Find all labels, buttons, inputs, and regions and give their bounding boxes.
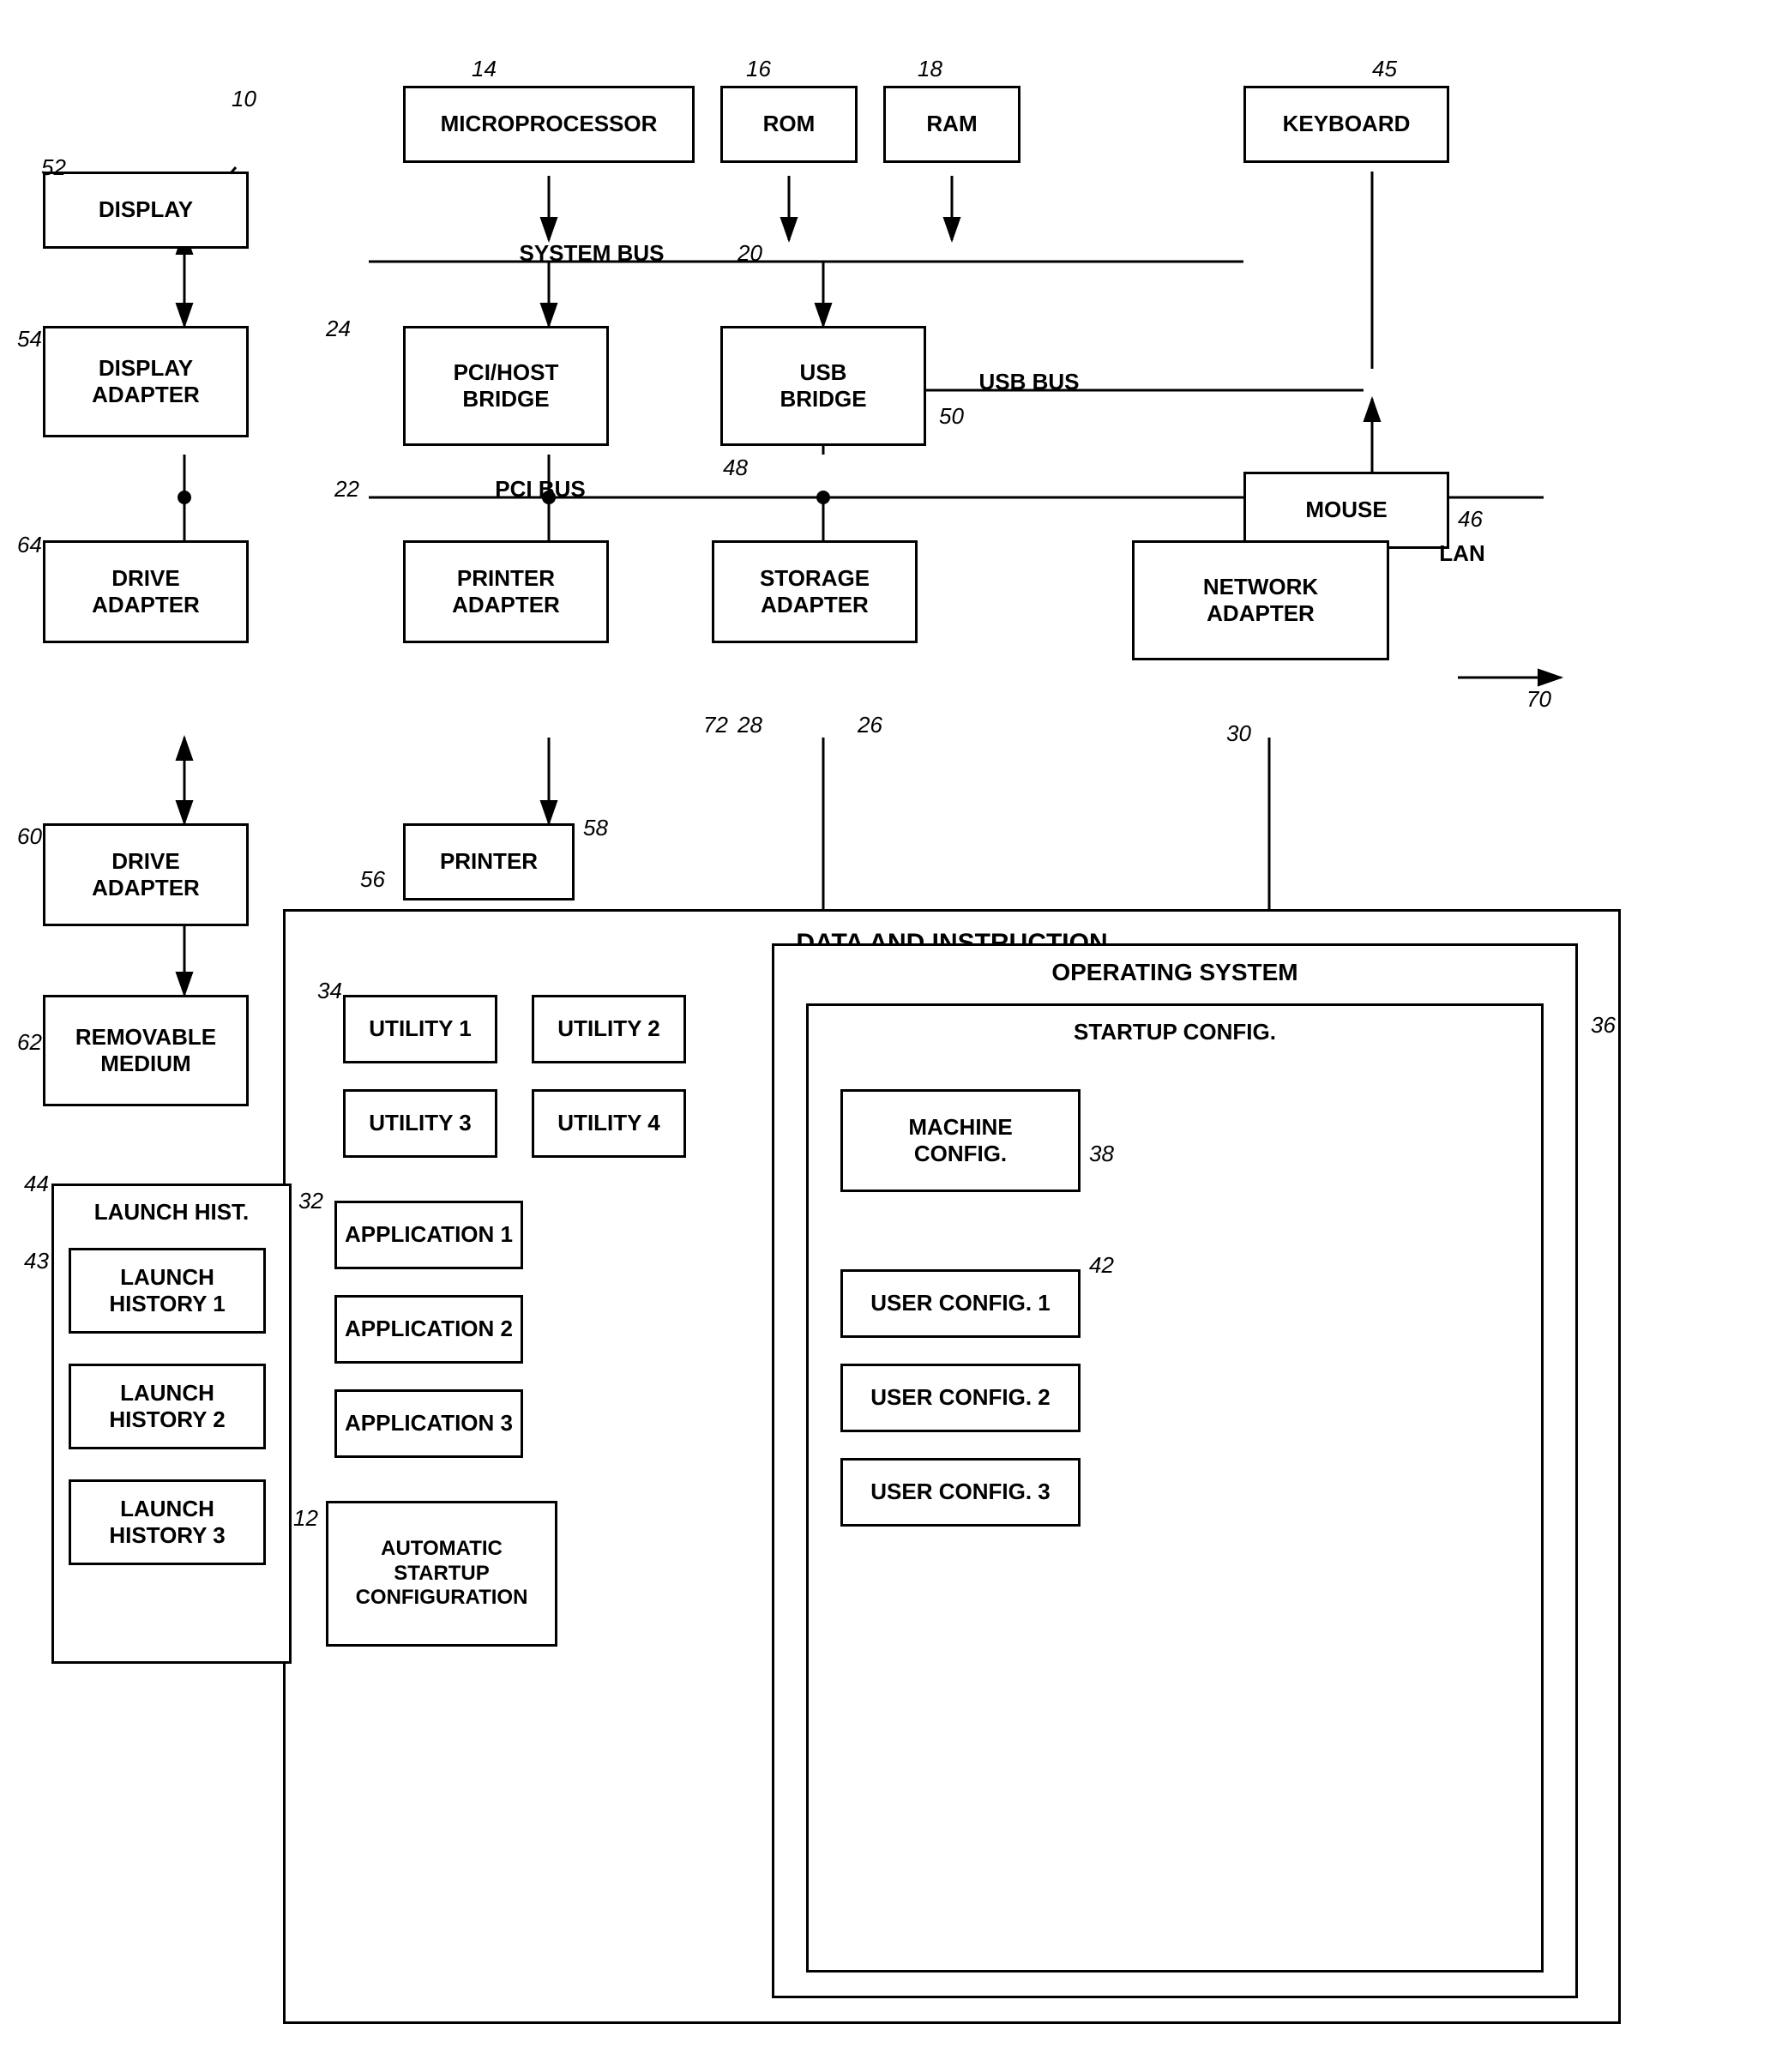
automatic-startup-box: AUTOMATICSTARTUPCONFIGURATION bbox=[326, 1501, 557, 1647]
ref-26: 26 bbox=[858, 712, 882, 738]
keyboard-box: KEYBOARD bbox=[1243, 86, 1449, 163]
printer-box: PRINTER bbox=[403, 823, 575, 900]
ref-34: 34 bbox=[317, 978, 342, 1004]
rom-box: ROM bbox=[720, 86, 858, 163]
ref-62: 62 bbox=[17, 1029, 42, 1056]
ref-60: 60 bbox=[17, 823, 42, 850]
machine-config-box: MACHINECONFIG. bbox=[840, 1089, 1081, 1192]
display-adapter-box: DISPLAYADAPTER bbox=[43, 326, 249, 437]
user-config2-box: USER CONFIG. 2 bbox=[840, 1364, 1081, 1432]
ref-64: 64 bbox=[17, 532, 42, 558]
ref-56: 56 bbox=[360, 866, 385, 893]
ref-48: 48 bbox=[723, 455, 748, 481]
diagram: 10 DISPLAY 52 DISPLAYADAPTER 54 MICROPRO… bbox=[0, 0, 1782, 2072]
ref-24: 24 bbox=[326, 316, 351, 342]
ref-20: 20 bbox=[737, 240, 762, 267]
ref-46: 46 bbox=[1458, 506, 1483, 533]
ref-12: 12 bbox=[293, 1505, 318, 1532]
ref-52: 52 bbox=[41, 154, 66, 181]
ref-44: 44 bbox=[24, 1171, 49, 1197]
ref-22: 22 bbox=[334, 476, 359, 503]
removable-medium-box: REMOVABLEMEDIUM bbox=[43, 995, 249, 1106]
application3-box: APPLICATION 3 bbox=[334, 1389, 523, 1458]
utility3-box: UTILITY 3 bbox=[343, 1089, 497, 1158]
launch-history1-box: LAUNCHHISTORY 1 bbox=[69, 1248, 266, 1334]
printer-adapter-box: PRINTERADAPTER bbox=[403, 540, 609, 643]
pci-bus-label: PCI BUS bbox=[455, 476, 626, 503]
ref-50: 50 bbox=[939, 403, 964, 430]
display-box: DISPLAY bbox=[43, 172, 249, 249]
usb-bridge-box: USBBRIDGE bbox=[720, 326, 926, 446]
system-bus-label: SYSTEM BUS bbox=[463, 240, 720, 267]
user-config3-box: USER CONFIG. 3 bbox=[840, 1458, 1081, 1527]
ref-72: 72 bbox=[703, 712, 728, 738]
storage-adapter-box: STORAGEADAPTER bbox=[712, 540, 918, 643]
ref-10: 10 bbox=[232, 86, 256, 112]
ref-45: 45 bbox=[1372, 56, 1397, 82]
ref-43: 43 bbox=[24, 1248, 49, 1274]
ref-54: 54 bbox=[17, 326, 42, 352]
application2-box: APPLICATION 2 bbox=[334, 1295, 523, 1364]
launch-history2-box: LAUNCHHISTORY 2 bbox=[69, 1364, 266, 1449]
ref-38: 38 bbox=[1089, 1141, 1114, 1167]
mouse-box: MOUSE bbox=[1243, 472, 1449, 549]
startup-config-label: STARTUP CONFIG. bbox=[809, 1019, 1541, 1045]
drive-adapter2-box: DRIVEADAPTER bbox=[43, 823, 249, 926]
ref-42: 42 bbox=[1089, 1252, 1114, 1279]
operating-system-label: OPERATING SYSTEM bbox=[774, 959, 1575, 986]
ref-14: 14 bbox=[472, 56, 497, 82]
drive-adapter1-box: DRIVEADAPTER bbox=[43, 540, 249, 643]
ref-18: 18 bbox=[918, 56, 942, 82]
pci-host-bridge-box: PCI/HOSTBRIDGE bbox=[403, 326, 609, 446]
user-config1-box: USER CONFIG. 1 bbox=[840, 1269, 1081, 1338]
launch-history3-box: LAUNCHHISTORY 3 bbox=[69, 1479, 266, 1565]
ref-30: 30 bbox=[1226, 720, 1251, 747]
ram-box: RAM bbox=[883, 86, 1020, 163]
ref-16: 16 bbox=[746, 56, 771, 82]
utility1-box: UTILITY 1 bbox=[343, 995, 497, 1063]
lan-label: LAN bbox=[1406, 540, 1518, 567]
application1-box: APPLICATION 1 bbox=[334, 1201, 523, 1269]
ref-32: 32 bbox=[298, 1188, 323, 1214]
network-adapter-box: NETWORKADAPTER bbox=[1132, 540, 1389, 660]
microprocessor-box: MICROPROCESSOR bbox=[403, 86, 695, 163]
usb-bus-label: USB BUS bbox=[943, 369, 1115, 395]
ref-70: 70 bbox=[1526, 686, 1551, 713]
launch-hist-outer-label: LAUNCH HIST. bbox=[54, 1199, 289, 1226]
ref-58: 58 bbox=[583, 815, 608, 841]
ref-28: 28 bbox=[737, 712, 762, 738]
utility2-box: UTILITY 2 bbox=[532, 995, 686, 1063]
ref-36: 36 bbox=[1591, 1012, 1616, 1039]
utility4-box: UTILITY 4 bbox=[532, 1089, 686, 1158]
